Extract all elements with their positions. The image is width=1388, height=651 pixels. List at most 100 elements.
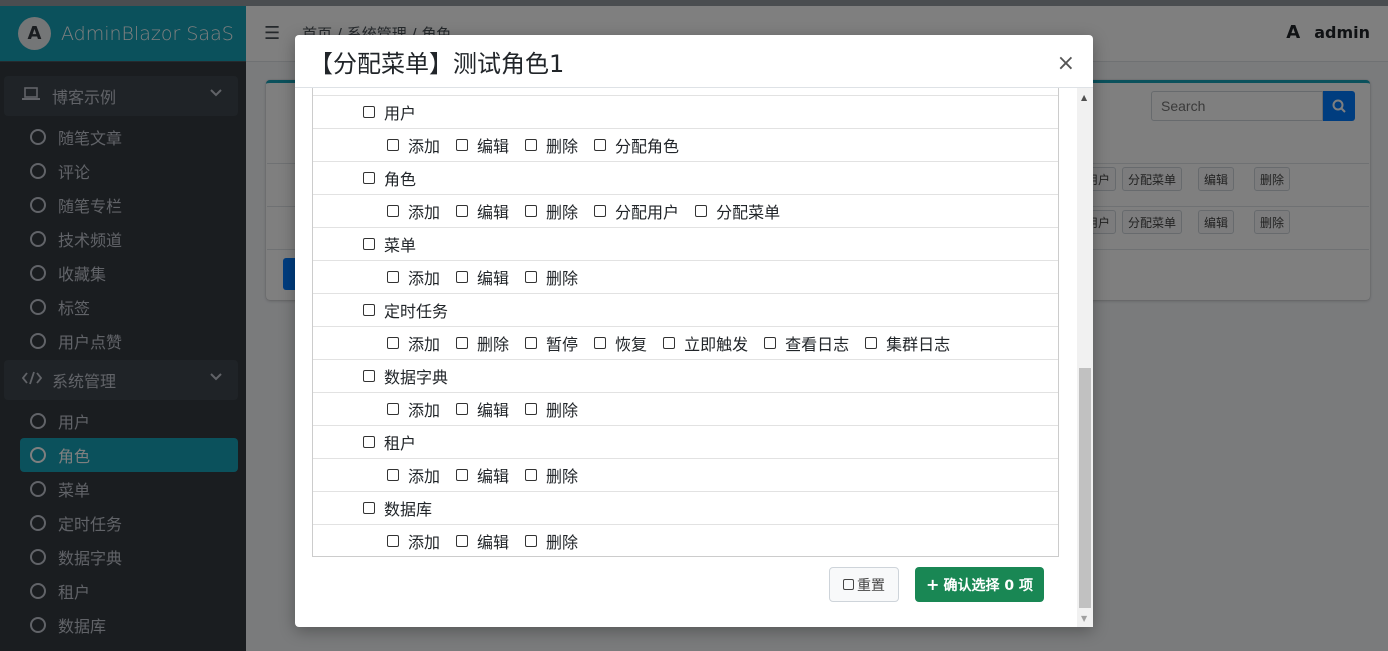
tree-checkbox[interactable]: 删除 [525,133,578,157]
tree-node-label: 编辑 [477,203,510,222]
tree-node-label: 定时任务 [384,302,449,321]
checkbox-icon [387,403,399,415]
tree-checkbox[interactable]: 编辑 [456,463,509,487]
checkbox-icon [525,139,538,151]
checkbox-icon [363,238,375,250]
tree-node-label: 数据库 [384,500,433,519]
checkbox-icon [525,205,538,217]
reset-button[interactable]: 重置 [829,567,899,602]
tree-checkbox[interactable]: 编辑 [456,529,509,553]
tree-node-label: 恢复 [615,335,648,354]
tree-checkbox[interactable]: 用户 [363,100,416,124]
tree-children-roles: 添加 编辑 删除 分配用户 分配菜单 [313,195,1058,228]
tree-node-tenants[interactable]: 租户 [313,426,1058,459]
tree-node-label: 菜单 [384,236,417,255]
tree-checkbox[interactable]: 删除 [525,529,578,553]
checkbox-icon [594,337,607,349]
tree-node-label: 添加 [408,401,441,420]
confirm-label: 确认选择 0 项 [943,577,1033,594]
tree-node-label: 用户 [384,104,417,123]
tree-node-label: 删除 [546,137,579,156]
checkbox-icon [525,403,538,415]
modal-scrollbar[interactable]: ▲ ▼ [1077,88,1093,627]
tree-checkbox[interactable]: 删除 [456,331,509,355]
tree-node-roles[interactable]: 角色 [313,162,1058,195]
checkbox-icon [456,271,469,283]
checkbox-icon [456,403,469,415]
tree-checkbox[interactable]: 添加 [387,265,440,289]
checkbox-icon [695,205,708,217]
tree-checkbox[interactable]: 添加 [387,529,440,553]
checkbox-icon [363,370,375,382]
tree-checkbox[interactable]: 立即触发 [663,331,748,355]
tree-checkbox[interactable]: 添加 [387,463,440,487]
tree-checkbox[interactable]: 集群日志 [865,331,950,355]
checkbox-icon [387,337,399,349]
tree-checkbox[interactable]: 添加 [387,133,440,157]
tree-node-label: 添加 [408,269,441,288]
checkbox-icon [865,337,878,349]
tree-checkbox[interactable]: 添加 [387,397,440,421]
plus-icon: + [926,575,940,594]
tree-checkbox[interactable]: 删除 [525,463,578,487]
tree-checkbox[interactable]: 添加 [387,199,440,223]
tree-checkbox[interactable]: 数据库 [363,496,432,520]
tree-node-label: 编辑 [477,401,510,420]
tree-node-tasks[interactable]: 定时任务 [313,294,1058,327]
tree-node-label: 添加 [408,137,441,156]
close-icon[interactable]: × [1057,51,1075,76]
tree-node-menus[interactable]: 菜单 [313,228,1058,261]
tree-node-label: 立即触发 [684,335,749,354]
tree-checkbox[interactable]: 删除 [525,199,578,223]
tree-checkbox[interactable]: 删除 [525,397,578,421]
tree-node-label: 添加 [408,467,441,486]
tree-node-label: 编辑 [477,467,510,486]
tree-checkbox[interactable]: 分配角色 [594,133,679,157]
tree-checkbox[interactable]: 分配菜单 [695,199,780,223]
checkbox-icon [387,139,399,151]
tree-node-databases[interactable]: 数据库 [313,492,1058,525]
tree-node-label: 删除 [546,401,579,420]
tree-node-dicts[interactable]: 数据字典 [313,360,1058,393]
tree-checkbox[interactable]: 编辑 [456,199,509,223]
tree-node-label: 编辑 [477,533,510,552]
tree-checkbox[interactable]: 编辑 [456,133,509,157]
tree-checkbox[interactable]: 暂停 [525,331,578,355]
tree-node-label: 添加 [408,533,441,552]
confirm-button[interactable]: + 确认选择 0 项 [915,567,1044,602]
tree-checkbox[interactable]: 分配用户 [594,199,679,223]
checkbox-icon [363,172,375,184]
assign-menu-dialog: 【分配菜单】测试角色1 × 用户 添加 编辑 删除 分配角色 角色 添加 编辑 … [295,35,1093,627]
tree-node-users[interactable]: 用户 [313,96,1058,129]
modal-title: 【分配菜单】测试角色1 [309,49,565,78]
tree-checkbox[interactable]: 编辑 [456,397,509,421]
tree-checkbox[interactable]: 添加 [387,331,440,355]
tree-checkbox[interactable]: 删除 [525,265,578,289]
checkbox-icon [663,337,676,349]
checkbox-icon [387,535,399,547]
tree-checkbox[interactable]: 租户 [363,430,416,454]
checkbox-icon [456,139,469,151]
checkbox-icon [764,337,777,349]
tree-row-clipped [313,88,1058,96]
tree-checkbox[interactable]: 菜单 [363,232,416,256]
tree-checkbox[interactable]: 编辑 [456,265,509,289]
tree-checkbox[interactable]: 定时任务 [363,298,448,322]
menu-tree: 用户 添加 编辑 删除 分配角色 角色 添加 编辑 删除 分配用户 分配菜单 菜… [312,88,1059,557]
tree-checkbox[interactable]: 角色 [363,166,416,190]
tree-children-databases: 添加 编辑 删除 [313,525,1058,556]
scroll-thumb[interactable] [1079,368,1091,608]
tree-checkbox[interactable]: 查看日志 [764,331,849,355]
tree-node-label: 编辑 [477,137,510,156]
tree-checkbox[interactable]: 数据字典 [363,364,448,388]
checkbox-icon [363,106,375,118]
checkbox-icon [525,535,538,547]
checkbox-icon [387,205,399,217]
scroll-up-arrow-icon[interactable]: ▲ [1081,93,1087,102]
tree-children-tasks: 添加 删除 暂停 恢复 立即触发 查看日志 集群日志 [313,327,1058,360]
tree-children-menus: 添加 编辑 删除 [313,261,1058,294]
scroll-down-arrow-icon[interactable]: ▼ [1081,614,1087,623]
tree-checkbox[interactable]: 恢复 [594,331,647,355]
checkbox-icon [594,205,607,217]
tree-node-label: 暂停 [546,335,579,354]
